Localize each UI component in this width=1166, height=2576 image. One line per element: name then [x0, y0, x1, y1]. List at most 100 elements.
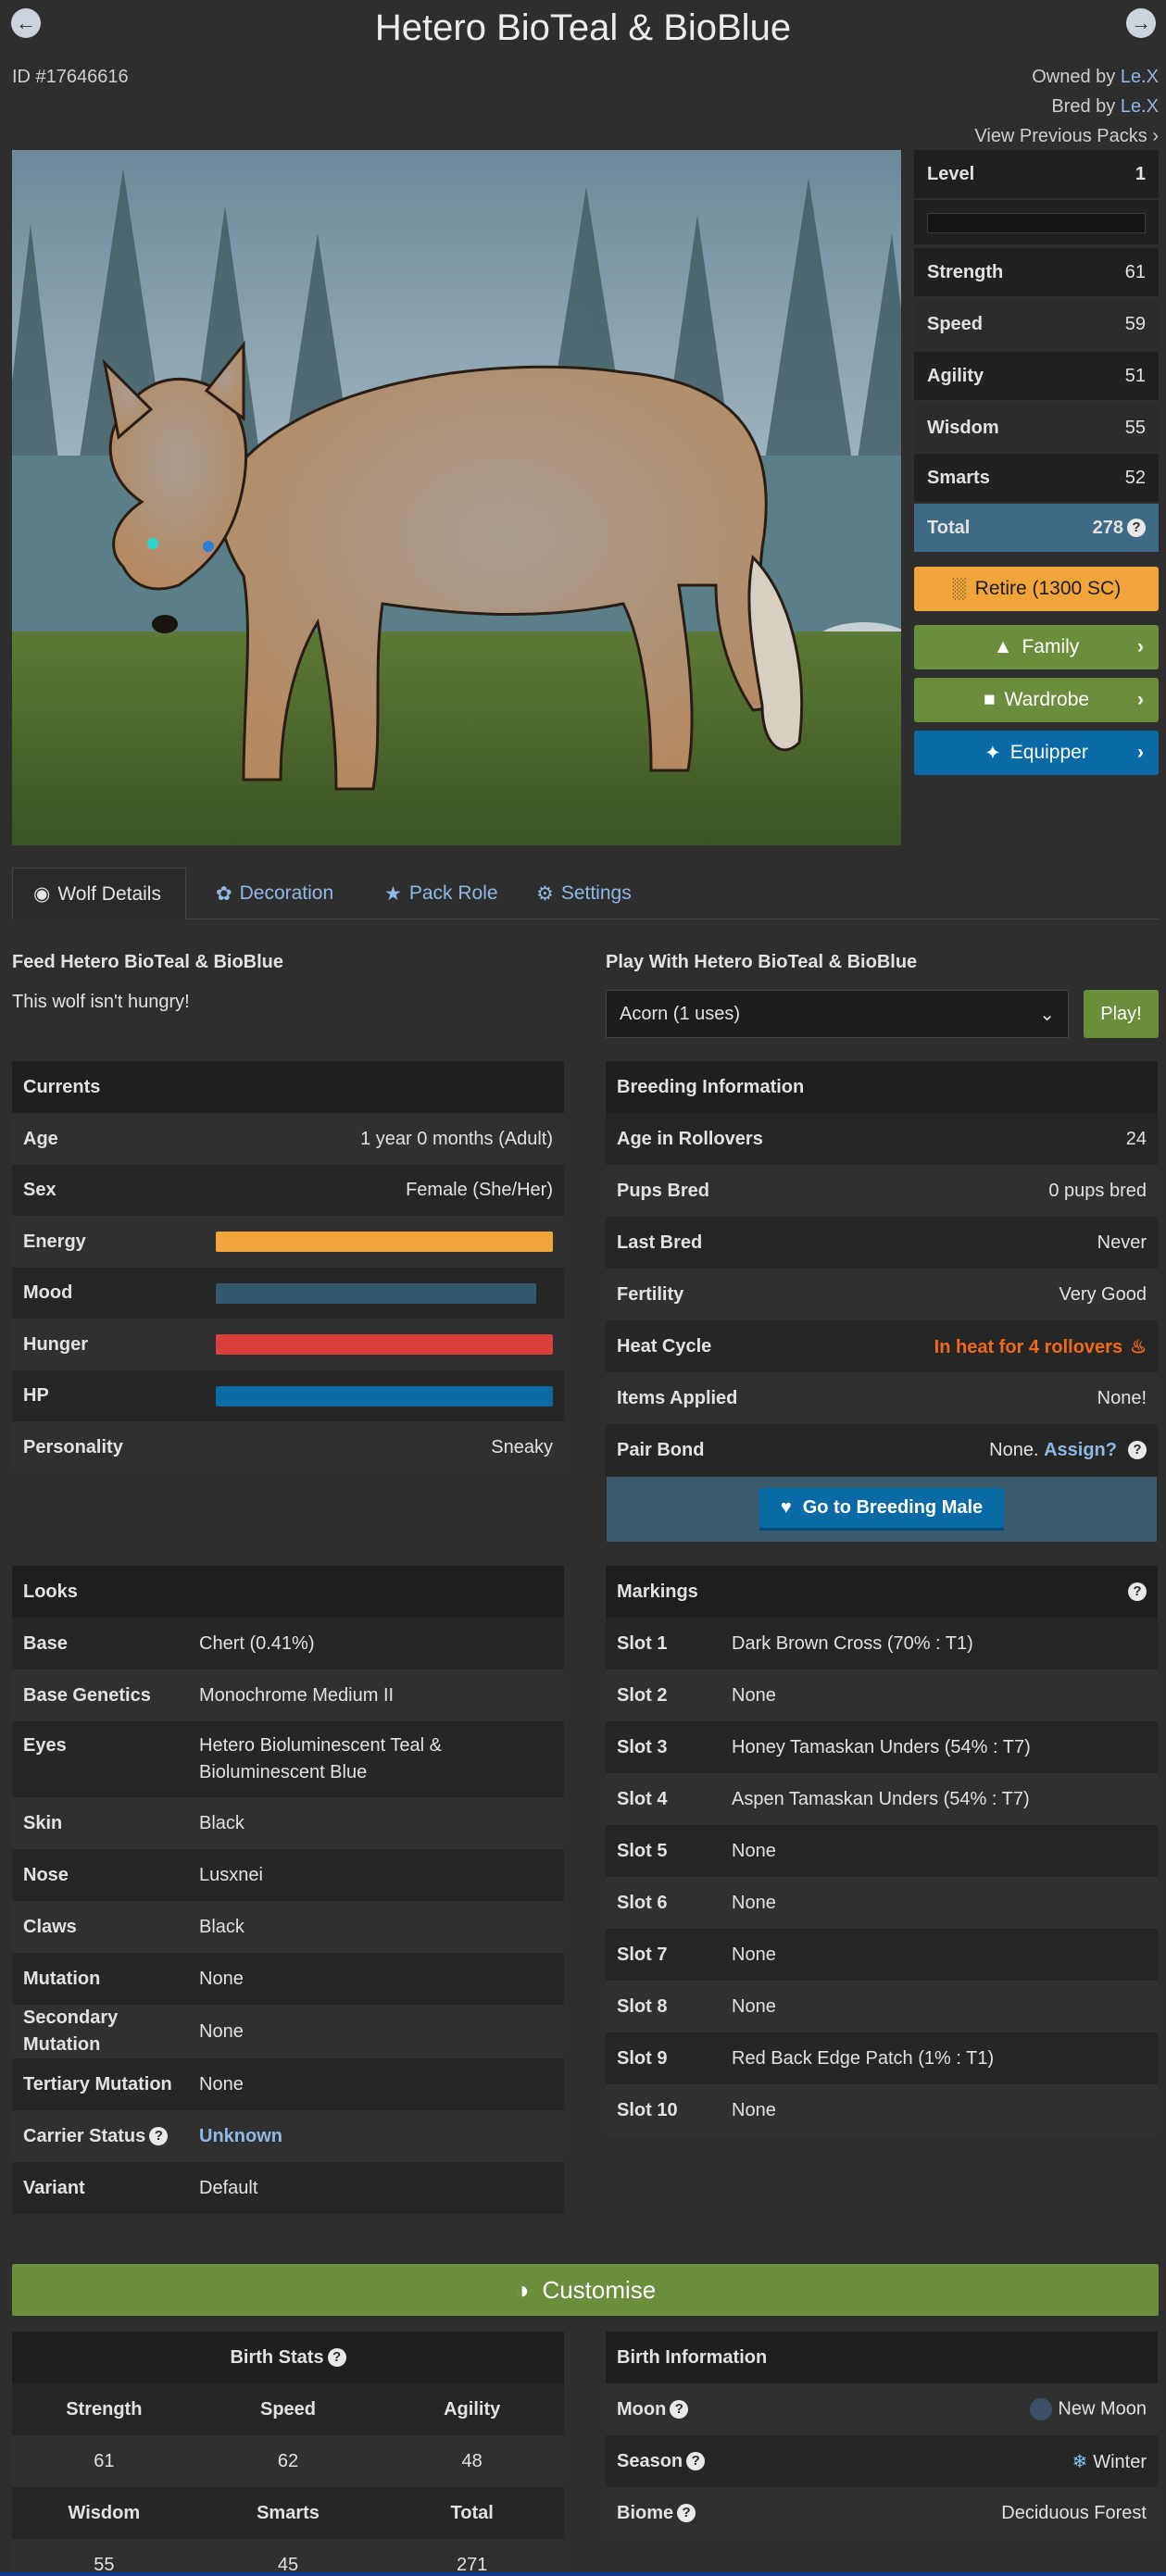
assign-link[interactable]: Assign?: [1044, 1440, 1117, 1460]
pair-bond-wrap: None. Assign??: [989, 1440, 1147, 1461]
stat-value: 55: [1124, 417, 1146, 438]
owner-link[interactable]: Le.X: [1121, 67, 1159, 87]
tab-pack-role[interactable]: ★ Pack Role: [364, 868, 519, 919]
marking-row: Slot 10 None: [606, 2084, 1158, 2136]
heat-value: In heat for 4 rollovers: [934, 1336, 1123, 1357]
marking-slot: Slot 9: [617, 2047, 668, 2069]
help-icon[interactable]: ?: [1128, 1582, 1147, 1601]
looks-row: Base Genetics Monochrome Medium II: [12, 1669, 564, 1721]
tab-settings[interactable]: ⚙ Settings: [516, 868, 652, 919]
retire-button[interactable]: ░ Retire (1300 SC): [914, 567, 1159, 611]
age-row: Age 1 year 0 months (Adult): [12, 1113, 564, 1165]
breeding-row: Fertility Very Good: [606, 1269, 1158, 1320]
birth-stat-label: Speed: [259, 2398, 317, 2420]
owned-by-label: Owned by: [1032, 67, 1116, 87]
chevron-right-icon: ›: [1137, 689, 1144, 710]
stat-row-strength: Strength 61: [914, 248, 1159, 296]
help-icon[interactable]: ?: [149, 2127, 169, 2146]
looks-label-text: Secondary Mutation: [23, 2007, 119, 2055]
tab-decoration[interactable]: ✿ Decoration: [195, 868, 354, 919]
looks-table: Looks Base Chert (0.41%) Base Genetics Mono…: [12, 1566, 564, 2214]
equipper-button[interactable]: ✦ Equipper ›: [914, 731, 1159, 775]
wolf-portrait: [12, 150, 901, 845]
help-icon[interactable]: ?: [670, 2400, 689, 2420]
marking-value: None: [732, 1840, 776, 1861]
moon-value: New Moon: [1058, 2398, 1147, 2420]
birth-info-header: Birth Information: [606, 2332, 1158, 2383]
looks-value: Black: [199, 1916, 244, 1937]
sex-row: Sex Female (She/Her): [12, 1165, 564, 1216]
star-icon: ★: [384, 882, 402, 905]
toy-select[interactable]: Acorn (1 uses) ⌄: [606, 990, 1069, 1038]
wardrobe-button[interactable]: ■ Wardrobe ›: [914, 678, 1159, 722]
tombstone-icon: ░: [951, 578, 966, 599]
looks-label-text: Mutation: [23, 1968, 101, 1989]
looks-value[interactable]: Unknown: [199, 2123, 282, 2150]
hunger-bar: [216, 1334, 553, 1355]
looks-title: Looks: [23, 1581, 78, 1602]
go-to-breeding-male-button[interactable]: ♥ Go to Breeding Male: [759, 1488, 1004, 1531]
stat-label: Wisdom: [927, 417, 999, 438]
looks-rows: Base Chert (0.41%) Base Genetics Monochrome…: [12, 1618, 564, 2214]
birth-stat-value: 48: [461, 2450, 483, 2471]
looks-label: Skin: [23, 1810, 199, 1837]
play-button[interactable]: Play!: [1084, 990, 1159, 1038]
family-button[interactable]: ▲ Family ›: [914, 625, 1159, 669]
help-icon[interactable]: ?: [686, 2452, 706, 2471]
pair-bond-row: Pair Bond None. Assign??: [606, 1424, 1158, 1476]
marking-value: Dark Brown Cross (70% : T1): [732, 1632, 973, 1654]
breeding-title: Breeding Information: [617, 1076, 805, 1097]
help-icon[interactable]: ?: [1127, 519, 1146, 538]
pair-bond-label: Pair Bond: [617, 1439, 705, 1460]
looks-label-text: Claws: [23, 1916, 77, 1937]
looks-row: Nose Lusxnei: [12, 1849, 564, 1901]
markings-title: Markings: [617, 1581, 698, 1602]
stat-row-wisdom: Wisdom 55: [914, 404, 1159, 452]
feed-status: This wolf isn't hungry!: [12, 992, 190, 1012]
age-label: Age: [23, 1128, 58, 1149]
currents-table: Currents Age 1 year 0 months (Adult) Sex F…: [12, 1061, 564, 1473]
marking-value: None: [732, 2099, 776, 2120]
looks-label: Base Genetics: [23, 1682, 199, 1709]
feed-title: Feed Hetero BioTeal & BioBlue: [12, 952, 284, 972]
birth-info-title: Birth Information: [617, 2346, 768, 2368]
sex-value: Female (She/Her): [406, 1180, 553, 1200]
breeding-row: Pups Bred 0 pups bred: [606, 1165, 1158, 1217]
looks-value: None: [199, 1968, 244, 1989]
mood-bar: [216, 1282, 536, 1304]
help-icon[interactable]: ?: [327, 2348, 346, 2367]
items-value: None!: [1097, 1387, 1147, 1408]
help-icon[interactable]: ?: [1128, 1441, 1147, 1460]
breeding-table: Breeding Information Age in Rollovers 24 P…: [606, 1061, 1158, 1543]
play-title: Play With Hetero BioTeal & BioBlue: [606, 952, 918, 972]
stat-value: 51: [1124, 365, 1146, 386]
currents-title: Currents: [23, 1076, 101, 1097]
looks-value: Black: [199, 1812, 244, 1833]
view-previous-packs-link[interactable]: View Previous Packs ›: [974, 126, 1159, 147]
help-icon[interactable]: ?: [677, 2504, 696, 2523]
markings-rows: Slot 1 Dark Brown Cross (70% : T1) Slot 2 N…: [606, 1618, 1158, 2136]
biome-value: Deciduous Forest: [1001, 2502, 1147, 2523]
looks-label: Eyes: [23, 1732, 199, 1759]
birth-stat-value: 61: [94, 2450, 115, 2471]
looks-label-text: Tertiary Mutation: [23, 2073, 172, 2095]
xp-bar-container: [914, 200, 1159, 244]
personality-label: Personality: [23, 1436, 123, 1457]
sparkle-icon: ✦: [984, 742, 1001, 764]
hp-bar: [216, 1385, 553, 1407]
pair-bond-value: None.: [989, 1439, 1039, 1460]
snowflake-icon: ❄: [1072, 2451, 1088, 2472]
looks-label-text: Base Genetics: [23, 1684, 151, 1706]
xp-bar: [927, 213, 1146, 233]
breeder-link[interactable]: Le.X: [1121, 96, 1159, 117]
season-value: Winter: [1093, 2451, 1147, 2472]
looks-value: Chert (0.41%): [199, 1632, 315, 1654]
looks-label: Base: [23, 1631, 199, 1657]
items-row: Items Applied None!: [606, 1372, 1158, 1424]
breeding-male-row: ♥ Go to Breeding Male: [606, 1476, 1158, 1543]
biome-label: Biome: [617, 2502, 674, 2523]
customise-button[interactable]: ◑ Customise: [12, 2264, 1159, 2316]
wardrobe-label: Wardrobe: [1004, 689, 1090, 710]
moon-row: Moon? New Moon: [606, 2383, 1158, 2435]
tab-wolf-details[interactable]: ◉ Wolf Details: [12, 868, 186, 919]
